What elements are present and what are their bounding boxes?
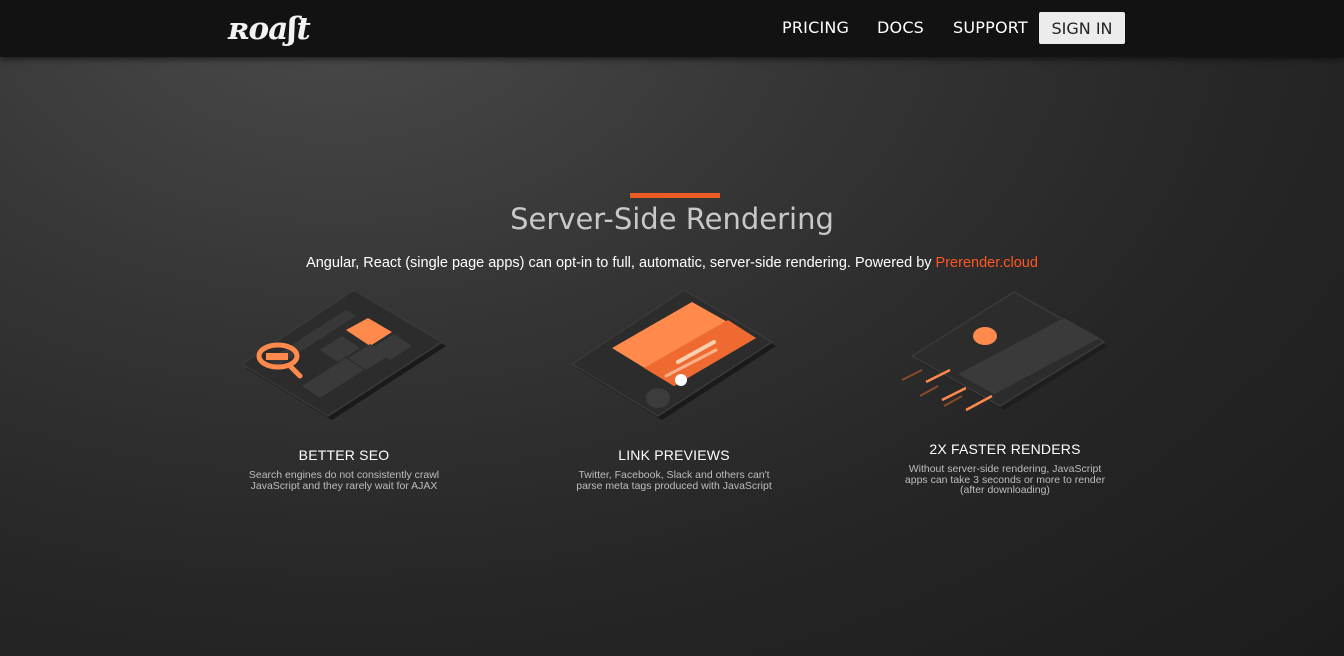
title-accent-bar: [630, 193, 720, 198]
feature-desc-faster-renders: Without server-side rendering, JavaScrip…: [885, 464, 1125, 496]
feature-desc-line: parse meta tags produced with JavaScript: [576, 479, 772, 492]
link-preview-tablet-icon: [570, 290, 776, 420]
roast-logo[interactable]: ʀoaʃt: [226, 6, 334, 48]
top-navigation-bar: ʀoaʃt PRICING DOCS SUPPORT SIGN IN: [0, 0, 1344, 57]
feature-title-better-seo: BETTER SEO: [298, 447, 390, 463]
feature-desc-line: Search engines do not consistently crawl: [248, 469, 440, 481]
feature-title-link-previews: LINK PREVIEWS: [618, 447, 730, 463]
svg-text:ʀoaʃt: ʀoaʃt: [227, 11, 312, 47]
fast-render-device-icon: [901, 291, 1108, 412]
nav-docs-link[interactable]: DOCS: [877, 18, 924, 37]
prerender-cloud-link[interactable]: Prerender.cloud: [936, 255, 1038, 271]
sign-in-button[interactable]: SIGN IN: [1039, 12, 1125, 44]
nav-pricing-link[interactable]: PRICING: [782, 18, 849, 37]
feature-desc-line: Twitter, Facebook, Slack and others can'…: [578, 469, 770, 481]
page-title: Server-Side Rendering: [510, 202, 834, 236]
hero-subtitle: Angular, React (single page apps) can op…: [0, 255, 1344, 271]
feature-desc-line: JavaScript and they rarely wait for AJAX: [250, 479, 438, 492]
feature-title-faster-renders: 2X FASTER RENDERS: [929, 441, 1081, 457]
nav-support-link[interactable]: SUPPORT: [953, 18, 1028, 37]
hero-subtitle-text: Angular, React (single page apps) can op…: [306, 255, 936, 271]
feature-desc-link-previews: Twitter, Facebook, Slack and others can'…: [554, 470, 794, 491]
feature-desc-line: Without server-side rendering, JavaScrip…: [908, 463, 1102, 475]
feature-desc-better-seo: Search engines do not consistently crawl…: [224, 470, 464, 491]
seo-tablet-magnifier-icon: [240, 290, 446, 420]
feature-desc-line: (after downloading): [960, 484, 1050, 496]
